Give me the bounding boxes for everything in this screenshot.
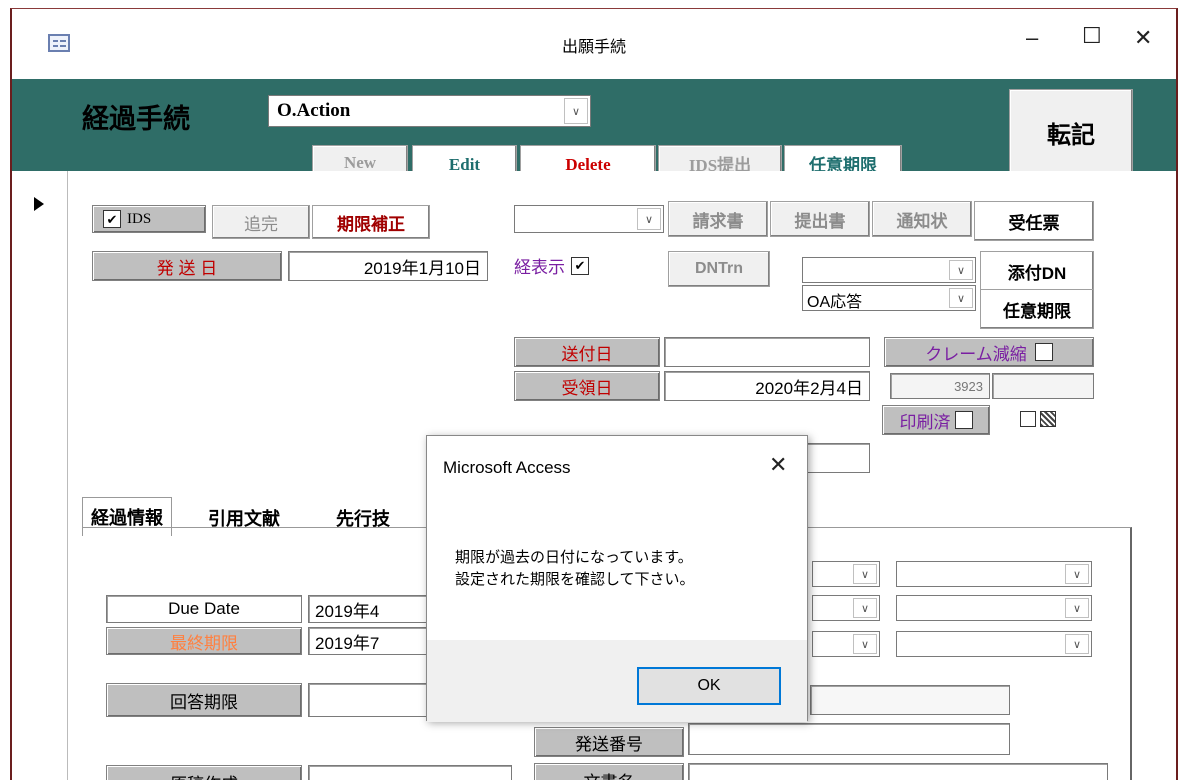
chevron-down-icon[interactable]: ∨ [949,288,973,308]
oa-combo[interactable]: OA応答 ∨ [802,285,976,311]
chevron-down-icon[interactable]: ∨ [949,260,973,280]
genko-sakusei-label: 原稿作成 [106,765,302,780]
tab-combo-2[interactable]: ∨ [896,561,1092,587]
dntrn-button[interactable]: DNTrn [668,251,770,287]
insatsu-checkbox[interactable] [954,411,973,429]
tab-combo-1[interactable]: ∨ [812,561,880,587]
hassobi-label: 発 送 日 [92,251,282,281]
tab-combo-5[interactable]: ∨ [812,631,880,657]
insatsu-label: 印刷済 [899,412,951,432]
seikyusho-button[interactable]: 請求書 [668,201,768,237]
ids-label: IDS [127,210,152,227]
sofubi-field[interactable] [664,337,870,367]
tab-combo-6[interactable]: ∨ [896,631,1092,657]
dialog-close-button[interactable]: ✕ [769,452,787,478]
genko-sakusei-field[interactable] [308,765,512,780]
chevron-down-icon[interactable]: ∨ [564,98,588,124]
chevron-down-icon[interactable]: ∨ [853,634,877,654]
tenki-button[interactable]: 転記 [1009,89,1133,175]
tsuchijo-button[interactable]: 通知状 [872,201,972,237]
bottom-right-field[interactable] [802,443,870,473]
tenpu-dn-button[interactable]: 添付DN [980,251,1094,291]
maximize-button[interactable]: ☐ [1082,23,1102,49]
dn-combo[interactable]: ∨ [802,257,976,283]
close-button[interactable]: ✕ [1134,25,1152,51]
number-field-2[interactable] [992,373,1094,399]
claim-genshuku-checkbox[interactable] [1034,343,1053,361]
ids-checkbox-frame[interactable]: ✔ IDS [92,205,206,233]
sofubi-label: 送付日 [514,337,660,367]
chevron-down-icon[interactable]: ∨ [1065,564,1089,584]
title-bar: 出願手続 – ☐ ✕ [12,9,1176,79]
message-dialog: Microsoft Access ✕ 期限が過去の日付になっています。 設定され… [426,435,808,722]
tsuikan-button[interactable]: 追完 [212,205,310,239]
record-arrow-icon [34,197,44,211]
number-field[interactable]: 3923 [890,373,990,399]
tab-field-1[interactable] [810,685,1010,715]
hasso-bango-field[interactable] [688,723,1010,755]
chevron-down-icon[interactable]: ∨ [1065,634,1089,654]
tab-combo-3[interactable]: ∨ [812,595,880,621]
dialog-title: Microsoft Access [443,458,571,477]
juryobi-field[interactable]: 2020年2月4日 [664,371,870,401]
kei-hyoji-checkbox[interactable]: ✔ [571,256,589,275]
action-combo-value: O.Action [277,100,351,121]
kei-hyoji-label: 経表示 [514,258,565,277]
kigen-hosei-button[interactable]: 期限補正 [312,205,430,239]
bunsho-mei-field[interactable] [688,763,1108,780]
claim-genshuku-label: クレーム減縮 [925,344,1027,364]
chevron-down-icon[interactable]: ∨ [1065,598,1089,618]
chevron-down-icon[interactable]: ∨ [853,564,877,584]
dialog-message-line1: 期限が過去の日付になっています。 [455,549,693,566]
oa-combo-value: OA応答 [807,294,863,311]
saishu-kigen-label: 最終期限 [106,627,302,655]
juryobi-label: 受領日 [514,371,660,401]
chevron-down-icon[interactable]: ∨ [853,598,877,618]
window-title: 出願手続 [561,39,626,56]
dialog-message-line2: 設定された期限を確認して下さい。 [455,571,695,588]
nini-kigen-button[interactable]: 任意期限 [980,289,1094,329]
header-title: 経過手続 [82,104,190,134]
hassobi-field[interactable]: 2019年1月10日 [288,251,488,281]
doc-type-combo[interactable]: ∨ [514,205,664,233]
tab-combo-4[interactable]: ∨ [896,595,1092,621]
claim-genshuku-group[interactable]: クレーム減縮 [884,337,1094,367]
hasso-bango-label: 発送番号 [534,727,684,757]
record-selector[interactable] [12,171,68,780]
ids-checkbox[interactable]: ✔ [103,210,121,228]
due-date-label: Due Date [106,595,302,623]
hatch-icon [1040,411,1056,427]
teishutsusho-button[interactable]: 提出書 [770,201,870,237]
action-combo[interactable]: O.Action ∨ [268,95,591,127]
kei-hyoji-group[interactable]: 経表示 ✔ [514,253,589,278]
minimize-button[interactable]: – [1026,25,1038,51]
bunsho-mei-label: 文書名 [534,763,684,780]
insatsu-group[interactable]: 印刷済 [882,405,990,435]
juninhyo-button[interactable]: 受任票 [974,201,1094,241]
chevron-down-icon[interactable]: ∨ [637,208,661,230]
dialog-ok-button[interactable]: OK [637,667,781,705]
kaito-kigen-label: 回答期限 [106,683,302,717]
form-header: 経過手続 O.Action ∨ 転記 New Edit Delete IDS提出… [12,79,1176,185]
extra-checkbox[interactable] [1020,411,1036,427]
